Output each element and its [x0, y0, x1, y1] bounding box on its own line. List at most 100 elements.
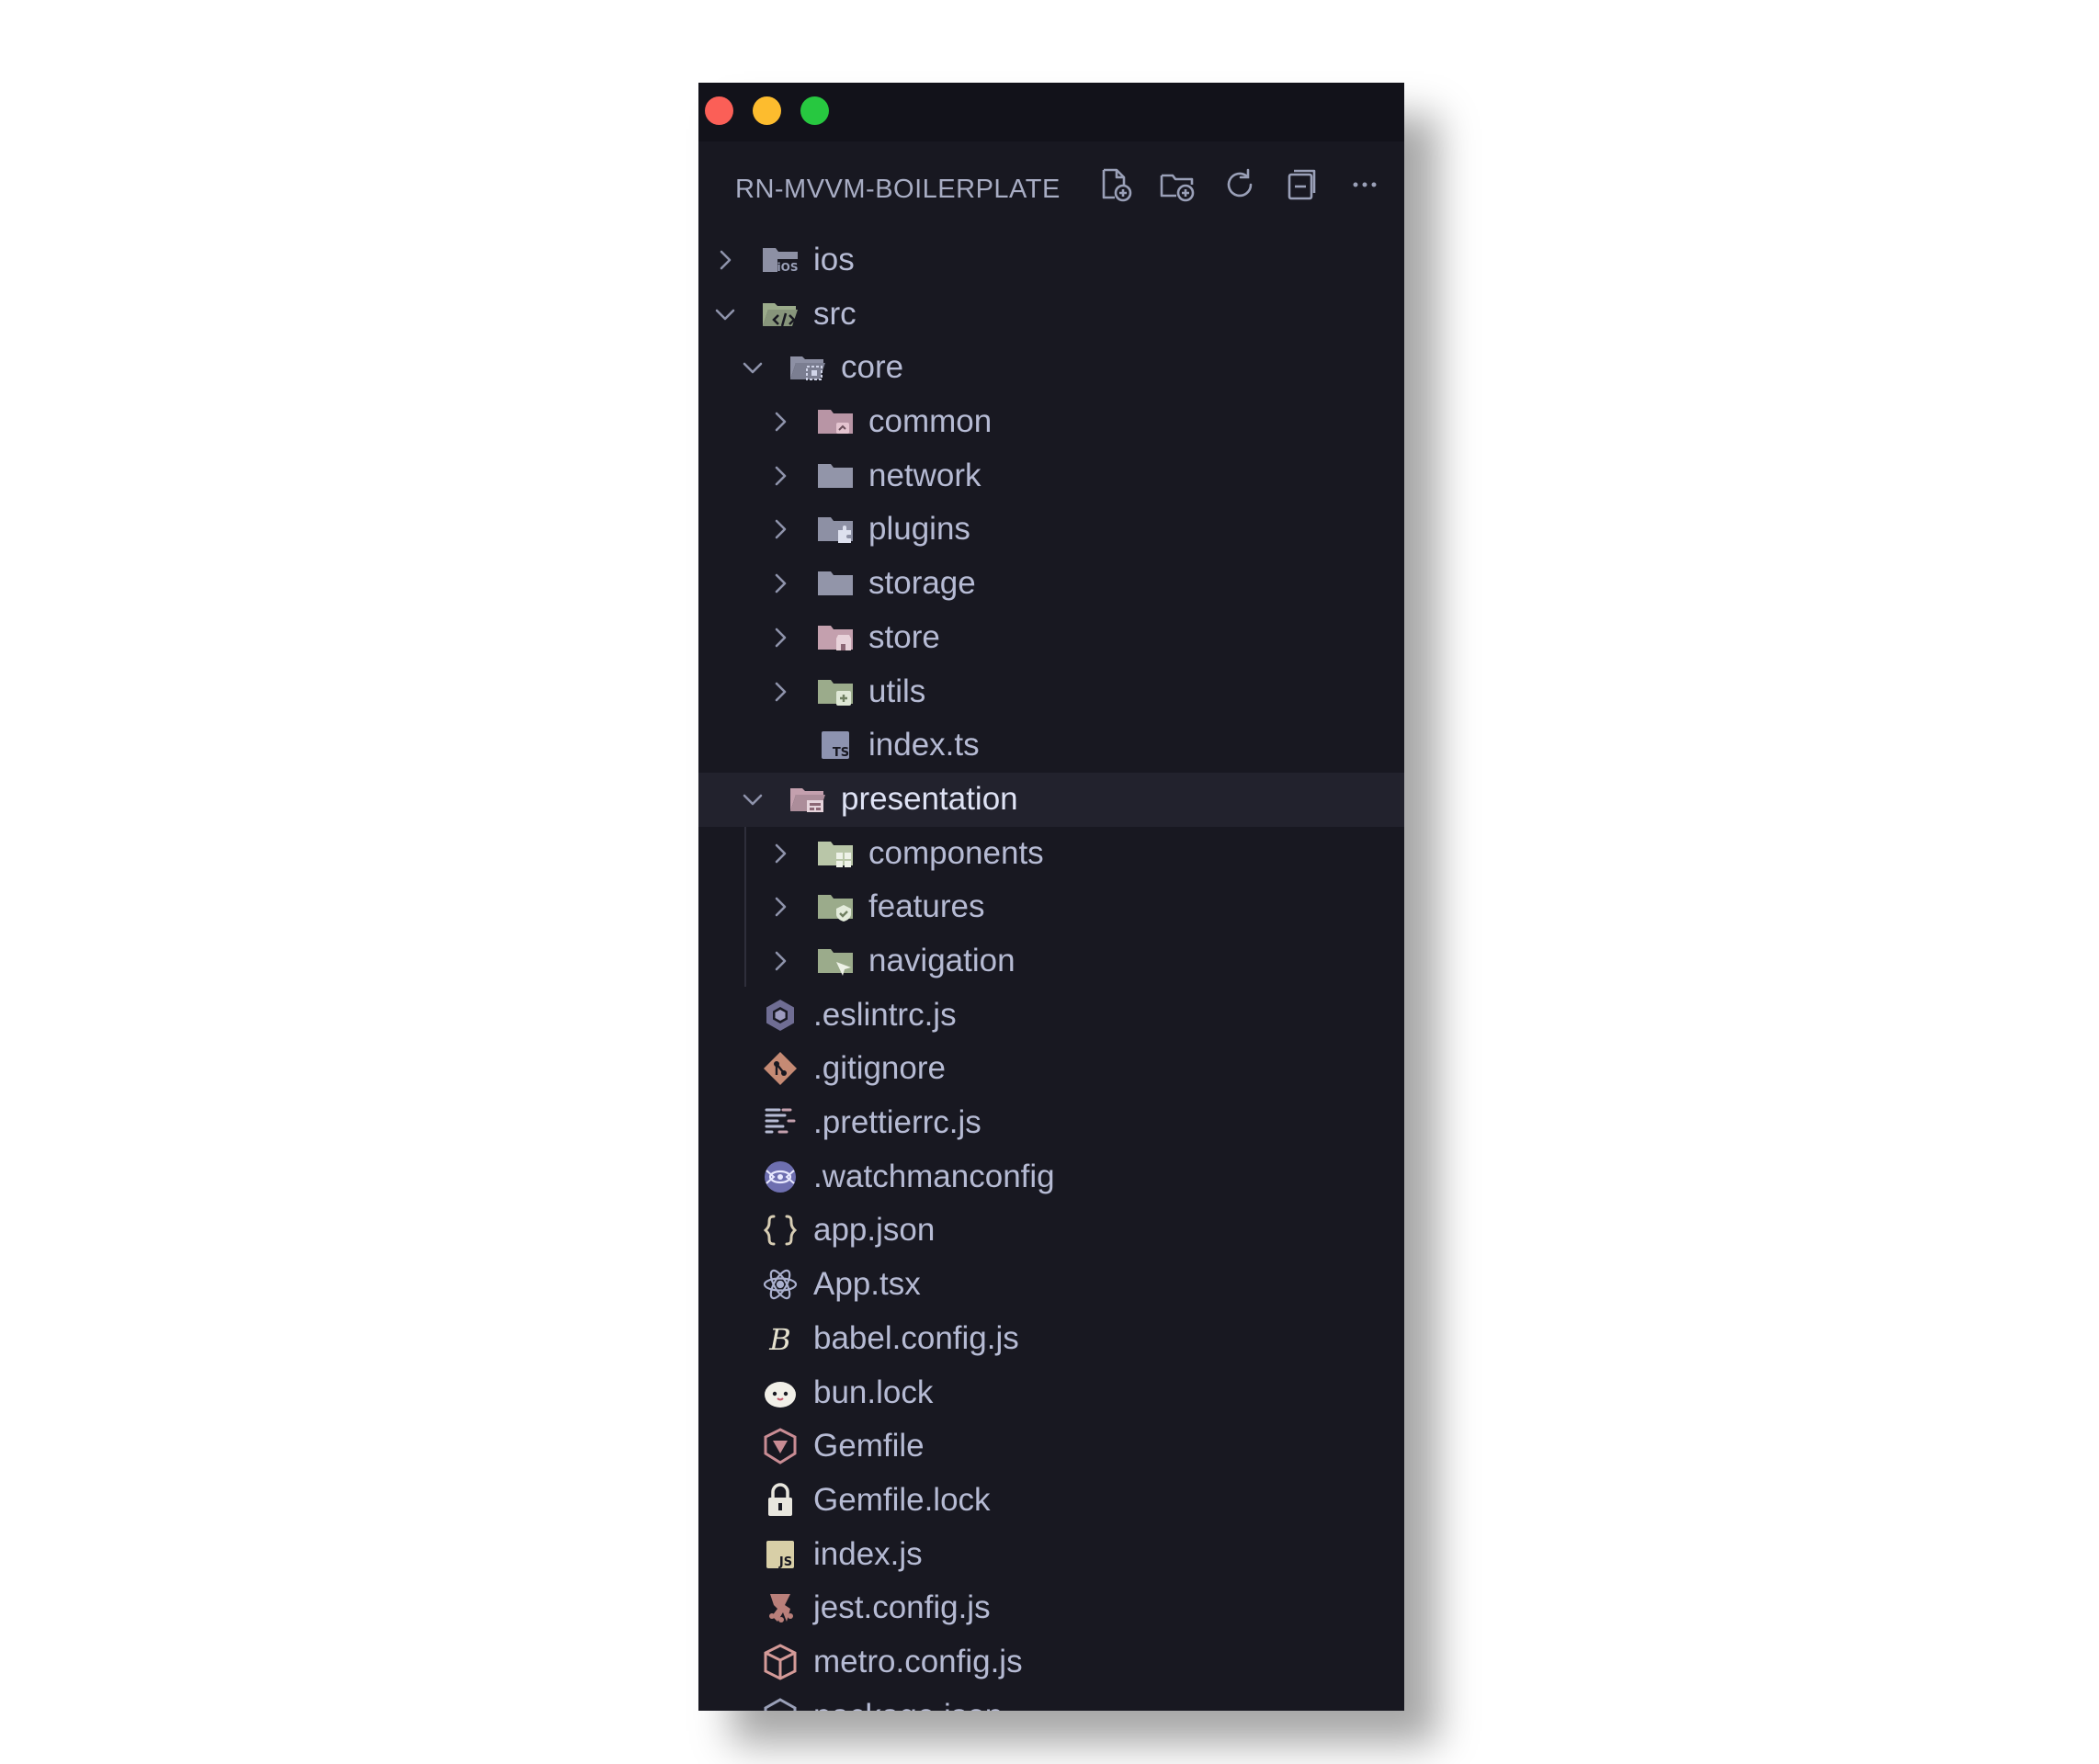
- svg-text:TS: TS: [833, 746, 849, 760]
- chevron-right-icon[interactable]: [768, 949, 792, 973]
- tree-folder-row[interactable]: network: [698, 449, 1404, 503]
- new-file-icon: [1102, 168, 1132, 202]
- nodejs-icon: JS: [761, 1697, 800, 1711]
- tree-item-label: Gemfile: [813, 1428, 925, 1464]
- tree-folder-row[interactable]: storage: [698, 557, 1404, 611]
- chevron-right-icon[interactable]: [768, 626, 792, 650]
- svg-text:JS: JS: [778, 1555, 792, 1569]
- folder-icon: [816, 564, 855, 603]
- tree-folder-row[interactable]: iOS ios: [698, 233, 1404, 288]
- collapse-all-button[interactable]: [1281, 164, 1323, 206]
- svg-text:B: B: [768, 1322, 791, 1357]
- chevron-right-icon[interactable]: [768, 464, 792, 488]
- minimize-window-button[interactable]: [753, 96, 781, 125]
- tree-folder-row[interactable]: core: [698, 341, 1404, 395]
- tree-file-row[interactable]: JS package.json: [698, 1690, 1404, 1711]
- tree-item-label: src: [813, 295, 857, 332]
- tree-item-label: package.json: [813, 1698, 1003, 1711]
- react-icon: [761, 1265, 800, 1304]
- collapse-all-icon: [1288, 169, 1316, 200]
- tree-folder-row[interactable]: features: [698, 880, 1404, 934]
- chevron-right-icon[interactable]: [768, 517, 792, 541]
- folder-common-icon: [816, 402, 855, 441]
- tree-item-label: storage: [868, 565, 976, 602]
- chevron-down-icon[interactable]: [741, 787, 765, 811]
- chevron-right-icon[interactable]: [768, 895, 792, 919]
- chevron-down-icon[interactable]: [741, 356, 765, 379]
- folder-components-icon: [816, 834, 855, 873]
- chevron-right-icon[interactable]: [768, 842, 792, 865]
- tree-item-label: plugins: [868, 511, 970, 548]
- metro-icon: [761, 1643, 800, 1681]
- tree-file-row[interactable]: Gemfile: [698, 1419, 1404, 1474]
- tree-file-row[interactable]: .watchmanconfig: [698, 1150, 1404, 1204]
- folder-utils-icon: [816, 673, 855, 711]
- tree-item-label: .watchmanconfig: [813, 1158, 1055, 1194]
- tree-item-label: .eslintrc.js: [813, 996, 957, 1033]
- tree-folder-row[interactable]: components: [698, 827, 1404, 881]
- jest-icon: [761, 1589, 800, 1627]
- tree-file-row[interactable]: Gemfile.lock: [698, 1474, 1404, 1528]
- explorer-header: RN-MVVM-BOILERPLATE: [698, 156, 1404, 233]
- ruby-gem-icon: [761, 1427, 800, 1465]
- tree-item-label: app.json: [813, 1212, 936, 1249]
- zoom-window-button[interactable]: [800, 96, 829, 125]
- chevron-right-icon[interactable]: [768, 680, 792, 704]
- tree-item-label: babel.config.js: [813, 1319, 1019, 1356]
- tree-item-label: store: [868, 618, 940, 655]
- new-file-button[interactable]: [1094, 164, 1136, 206]
- typescript-file-icon: TS: [816, 726, 855, 764]
- folder-store-icon: [816, 618, 855, 657]
- tree-item-label: index.ts: [868, 727, 980, 763]
- tree-file-row[interactable]: Bbabel.config.js: [698, 1312, 1404, 1366]
- tree-item-label: jest.config.js: [813, 1589, 991, 1626]
- tree-item-label: presentation: [841, 780, 1018, 817]
- folder-core-icon: [789, 348, 827, 387]
- close-window-button[interactable]: [705, 96, 733, 125]
- tree-file-row[interactable]: .gitignore: [698, 1042, 1404, 1096]
- eslint-icon: [761, 996, 800, 1035]
- explorer-title[interactable]: RN-MVVM-BOILERPLATE: [735, 175, 1061, 205]
- tree-item-label: index.js: [813, 1535, 923, 1572]
- tree-file-row[interactable]: .eslintrc.js: [698, 989, 1404, 1043]
- tree-folder-row[interactable]: navigation: [698, 934, 1404, 989]
- tree-item-label: ios: [813, 242, 855, 277]
- tree-folder-row[interactable]: common: [698, 395, 1404, 449]
- tree-file-row[interactable]: jest.config.js: [698, 1581, 1404, 1635]
- tree-folder-row[interactable]: store: [698, 611, 1404, 665]
- more-actions-button[interactable]: [1344, 164, 1386, 206]
- tree-folder-row[interactable]: presentation: [698, 772, 1404, 827]
- tree-file-row[interactable]: app.json: [698, 1204, 1404, 1258]
- tree-file-row[interactable]: bun.lock: [698, 1366, 1404, 1420]
- chevron-down-icon[interactable]: [713, 302, 737, 326]
- tree-item-label: navigation: [868, 942, 1015, 978]
- chevron-right-icon[interactable]: [713, 248, 737, 272]
- tree-file-row[interactable]: App.tsx: [698, 1258, 1404, 1312]
- tree-file-row[interactable]: JS index.js: [698, 1528, 1404, 1582]
- tree-item-label: metro.config.js: [813, 1643, 1023, 1679]
- tree-item-label: features: [868, 888, 985, 925]
- lock-icon: [761, 1481, 800, 1520]
- tree-item-label: bun.lock: [813, 1374, 934, 1410]
- folder-features-icon: [816, 888, 855, 926]
- chevron-right-icon[interactable]: [768, 410, 792, 434]
- tree-item-label: core: [841, 349, 904, 386]
- new-folder-button[interactable]: [1156, 164, 1198, 206]
- tree-file-row[interactable]: TS index.ts: [698, 718, 1404, 773]
- tree-item-label: components: [868, 834, 1044, 871]
- title-bar: [698, 83, 1404, 141]
- tree-item-label: .gitignore: [813, 1050, 946, 1087]
- tree-folder-row[interactable]: utils: [698, 665, 1404, 719]
- explorer-actions: [1094, 164, 1386, 206]
- watchman-icon: [761, 1158, 800, 1196]
- tree-file-row[interactable]: .prettierrc.js: [698, 1096, 1404, 1150]
- refresh-button[interactable]: [1219, 164, 1261, 206]
- tree-file-row[interactable]: metro.config.js: [698, 1635, 1404, 1690]
- javascript-file-icon: JS: [761, 1535, 800, 1574]
- tree-folder-row[interactable]: src: [698, 288, 1404, 342]
- chevron-right-icon[interactable]: [768, 571, 792, 595]
- tree-folder-row[interactable]: plugins: [698, 503, 1404, 557]
- refresh-icon: [1227, 168, 1253, 198]
- ellipsis-icon: [1353, 182, 1377, 187]
- folder-plugins-icon: [816, 510, 855, 548]
